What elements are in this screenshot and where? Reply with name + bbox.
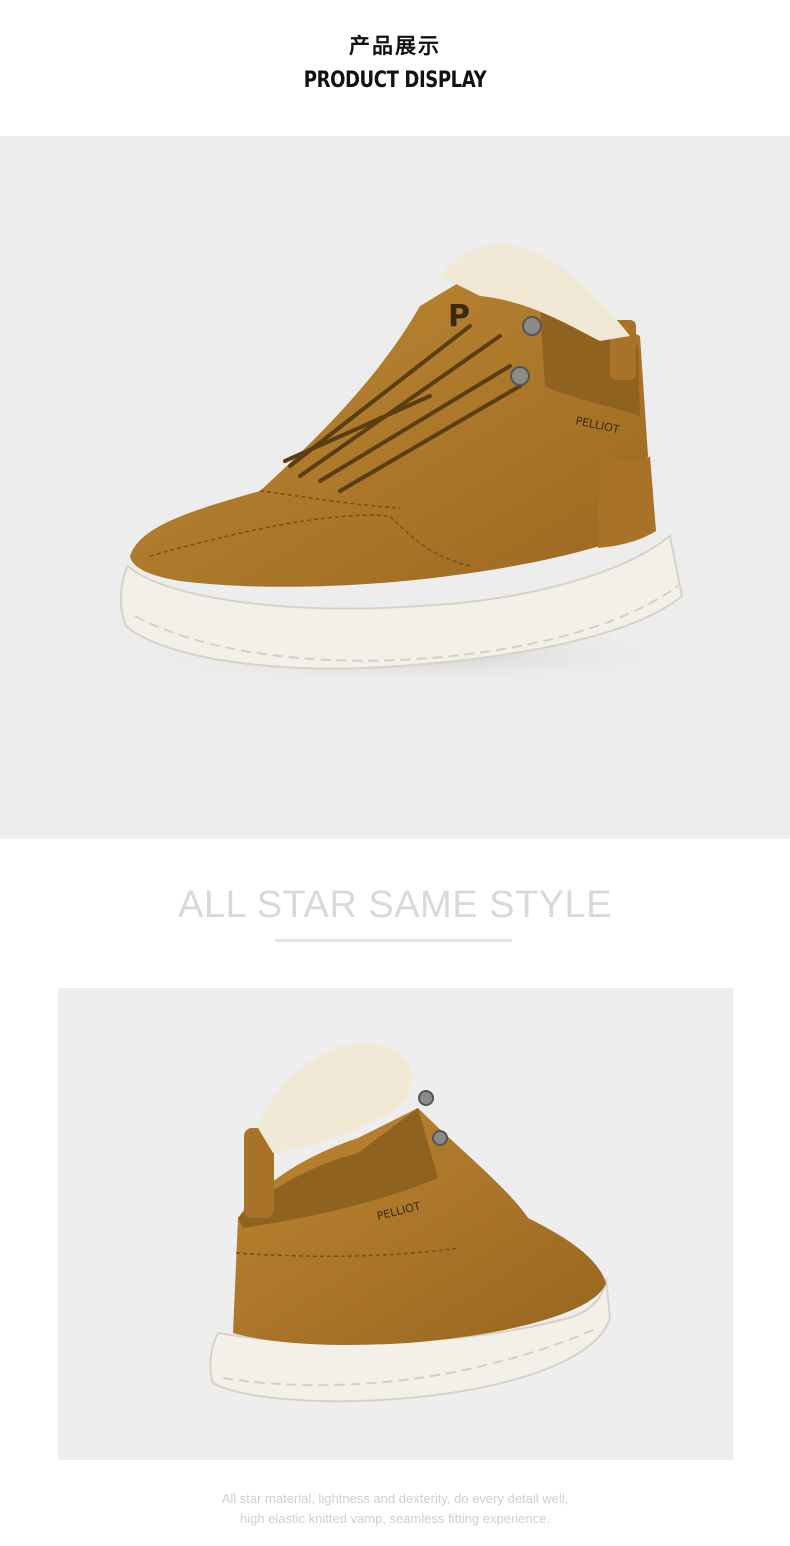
section-title: ALL STAR SAME STYLE: [178, 884, 612, 926]
shoe-front-illustration: P PELLIOT: [110, 244, 710, 686]
caption-line-2: high elastic knitted vamp, seamless fitt…: [240, 1511, 550, 1526]
header-title-en: PRODUCT DISPLAY: [303, 68, 487, 93]
section-divider: [275, 939, 512, 942]
product-image-front: P PELLIOT: [0, 136, 790, 839]
caption-line-1: All star material, lightness and dexteri…: [221, 1491, 569, 1506]
header-title-cn: 产品展示: [349, 34, 441, 58]
tongue-logo: P: [448, 299, 470, 334]
product-image-back: PELLIOT: [58, 988, 733, 1460]
page-header: 产品展示 PRODUCT DISPLAY: [0, 0, 790, 136]
shoe-back-illustration: PELLIOT: [209, 1042, 612, 1403]
